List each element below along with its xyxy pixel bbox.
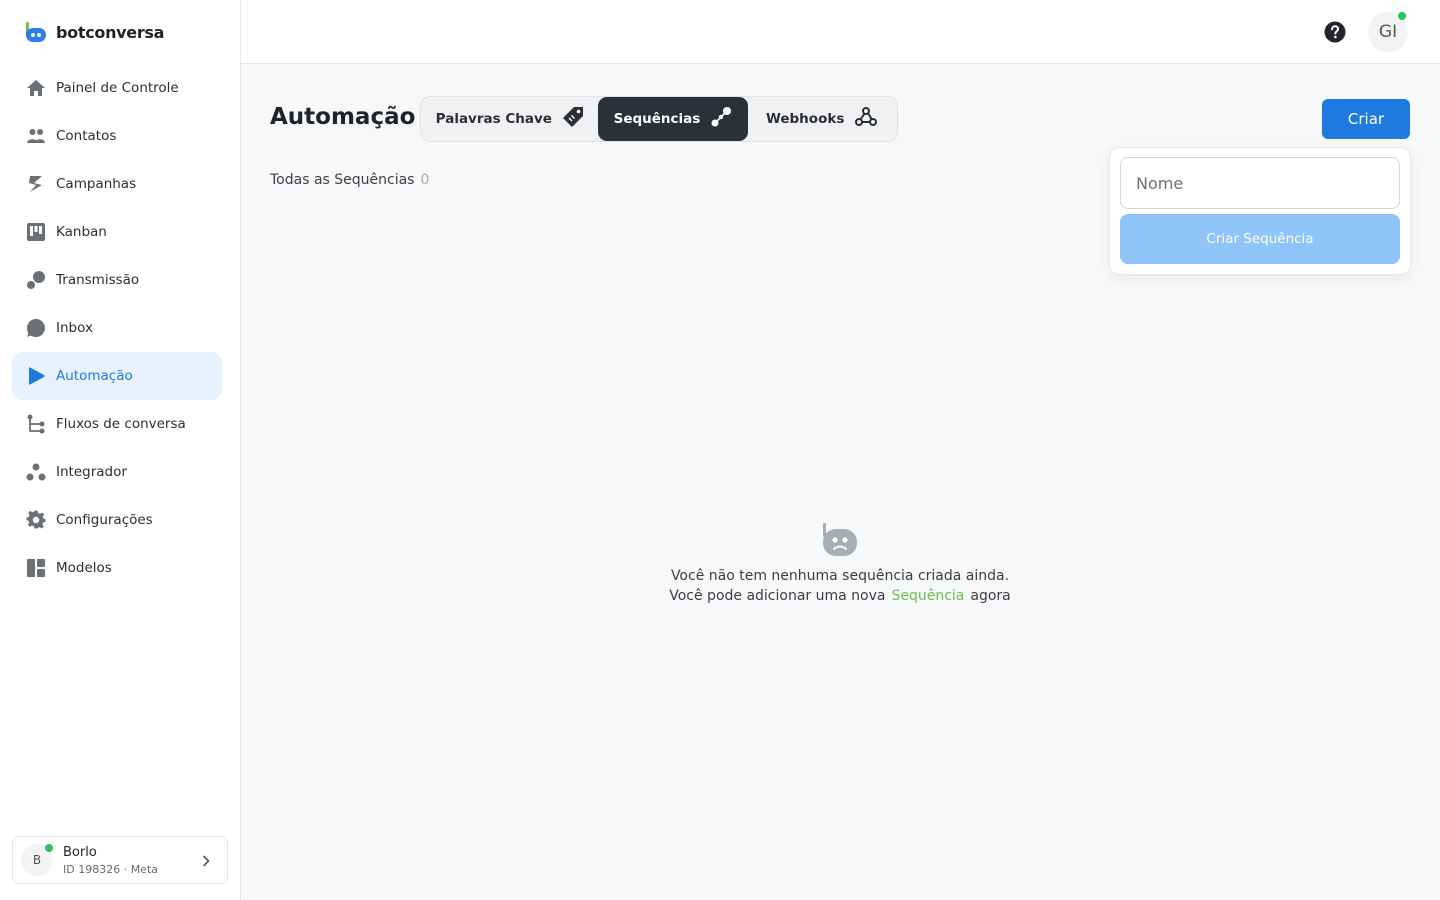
new-sequence-link[interactable]: Sequência — [891, 588, 964, 604]
sidebar-item-kanban[interactable]: Kanban — [12, 208, 222, 256]
empty-cta-pre: Você pode adicionar uma nova — [669, 588, 886, 604]
tab-label: Webhooks — [765, 111, 845, 127]
chevron-right-icon — [199, 853, 213, 872]
users-icon — [26, 126, 46, 146]
sequence-name-input[interactable] — [1120, 157, 1400, 209]
sidebar-item-fluxos[interactable]: Fluxos de conversa — [12, 400, 222, 448]
chat-bubble-icon — [26, 318, 46, 338]
tab-label: Palavras Chave — [435, 111, 552, 127]
sidebar-item-label: Automação — [56, 368, 133, 384]
account-name: Borlo — [63, 844, 97, 860]
top-bar: GI — [241, 0, 1440, 64]
sidebar-item-label: Transmissão — [56, 272, 140, 288]
empty-message: Você não tem nenhuma sequência criada ai… — [670, 568, 1010, 584]
create-sequence-button[interactable]: Criar Sequência — [1120, 214, 1400, 264]
sidebar-nav: Painel de Controle Contatos Campanhas Ka… — [12, 64, 222, 592]
sequence-icon — [710, 106, 732, 132]
account-id: ID 198326 · Meta — [63, 862, 159, 876]
sequence-list-title: Todas as Sequências — [270, 172, 415, 188]
automation-tabs: Palavras Chave Sequências Webhooks — [420, 96, 898, 142]
help-icon[interactable] — [1324, 21, 1346, 43]
user-avatar[interactable]: GI — [1368, 12, 1408, 52]
account-avatar: B — [21, 844, 53, 876]
sidebar-item-configuracoes[interactable]: Configurações — [12, 496, 222, 544]
sidebar-item-transmissao[interactable]: Transmissão — [12, 256, 222, 304]
sidebar-item-modelos[interactable]: Modelos — [12, 544, 222, 592]
sidebar-item-label: Modelos — [56, 560, 112, 576]
create-sequence-popover: Criar Sequência — [1109, 147, 1411, 275]
play-icon — [26, 366, 46, 386]
sidebar-item-automacao[interactable]: Automação — [12, 352, 222, 400]
online-status-dot — [45, 844, 53, 852]
sidebar-item-label: Inbox — [56, 320, 93, 336]
sequence-list-header: Todas as Sequências 0 — [270, 172, 429, 188]
account-switcher[interactable]: B Borlo ID 198326 · Meta — [12, 836, 228, 884]
tag-icon — [562, 106, 584, 132]
sidebar-item-campanhas[interactable]: Campanhas — [12, 160, 222, 208]
sidebar-item-contatos[interactable]: Contatos — [12, 112, 222, 160]
user-initials: GI — [1378, 22, 1398, 42]
gear-icon — [26, 510, 46, 530]
kanban-icon — [26, 222, 46, 242]
home-icon — [26, 78, 46, 98]
sidebar: botconversa Painel de Controle Contatos … — [0, 0, 241, 900]
sidebar-item-inbox[interactable]: Inbox — [12, 304, 222, 352]
sad-bot-icon — [820, 520, 860, 560]
empty-cta-line: Você pode adicionar uma nova Sequência ago… — [640, 586, 1040, 606]
sidebar-item-label: Fluxos de conversa — [56, 416, 186, 432]
campaign-icon — [26, 174, 46, 194]
sidebar-item-painel[interactable]: Painel de Controle — [12, 64, 222, 112]
tab-palavras-chave[interactable]: Palavras Chave — [422, 97, 598, 141]
sequence-count: 0 — [420, 172, 430, 188]
sidebar-item-label: Configurações — [56, 512, 153, 528]
empty-cta-post: agora — [970, 588, 1011, 604]
sidebar-item-label: Contatos — [56, 128, 117, 144]
brand-logo[interactable]: botconversa — [24, 20, 164, 44]
sidebar-item-label: Painel de Controle — [56, 80, 179, 96]
sidebar-item-label: Campanhas — [56, 176, 137, 192]
tab-sequencias[interactable]: Sequências — [597, 97, 749, 141]
flow-icon — [26, 414, 46, 434]
account-initial: B — [32, 853, 42, 867]
webhook-icon — [854, 106, 878, 132]
brand-name: botconversa — [56, 22, 165, 42]
botconversa-logo-icon — [24, 20, 48, 44]
templates-icon — [26, 558, 46, 578]
create-button[interactable]: Criar — [1322, 99, 1410, 139]
sidebar-item-label: Integrador — [56, 464, 127, 480]
sidebar-item-label: Kanban — [56, 224, 107, 240]
online-status-dot — [1398, 12, 1406, 20]
sidebar-item-integrador[interactable]: Integrador — [12, 448, 222, 496]
integration-icon — [26, 462, 46, 482]
account-info: Borlo ID 198326 · Meta — [63, 845, 158, 876]
tab-webhooks[interactable]: Webhooks — [748, 97, 896, 141]
tab-label: Sequências — [613, 111, 701, 127]
broadcast-icon — [26, 270, 46, 290]
empty-state: Você não tem nenhuma sequência criada ai… — [640, 520, 1040, 606]
page-title: Automação — [270, 104, 416, 130]
